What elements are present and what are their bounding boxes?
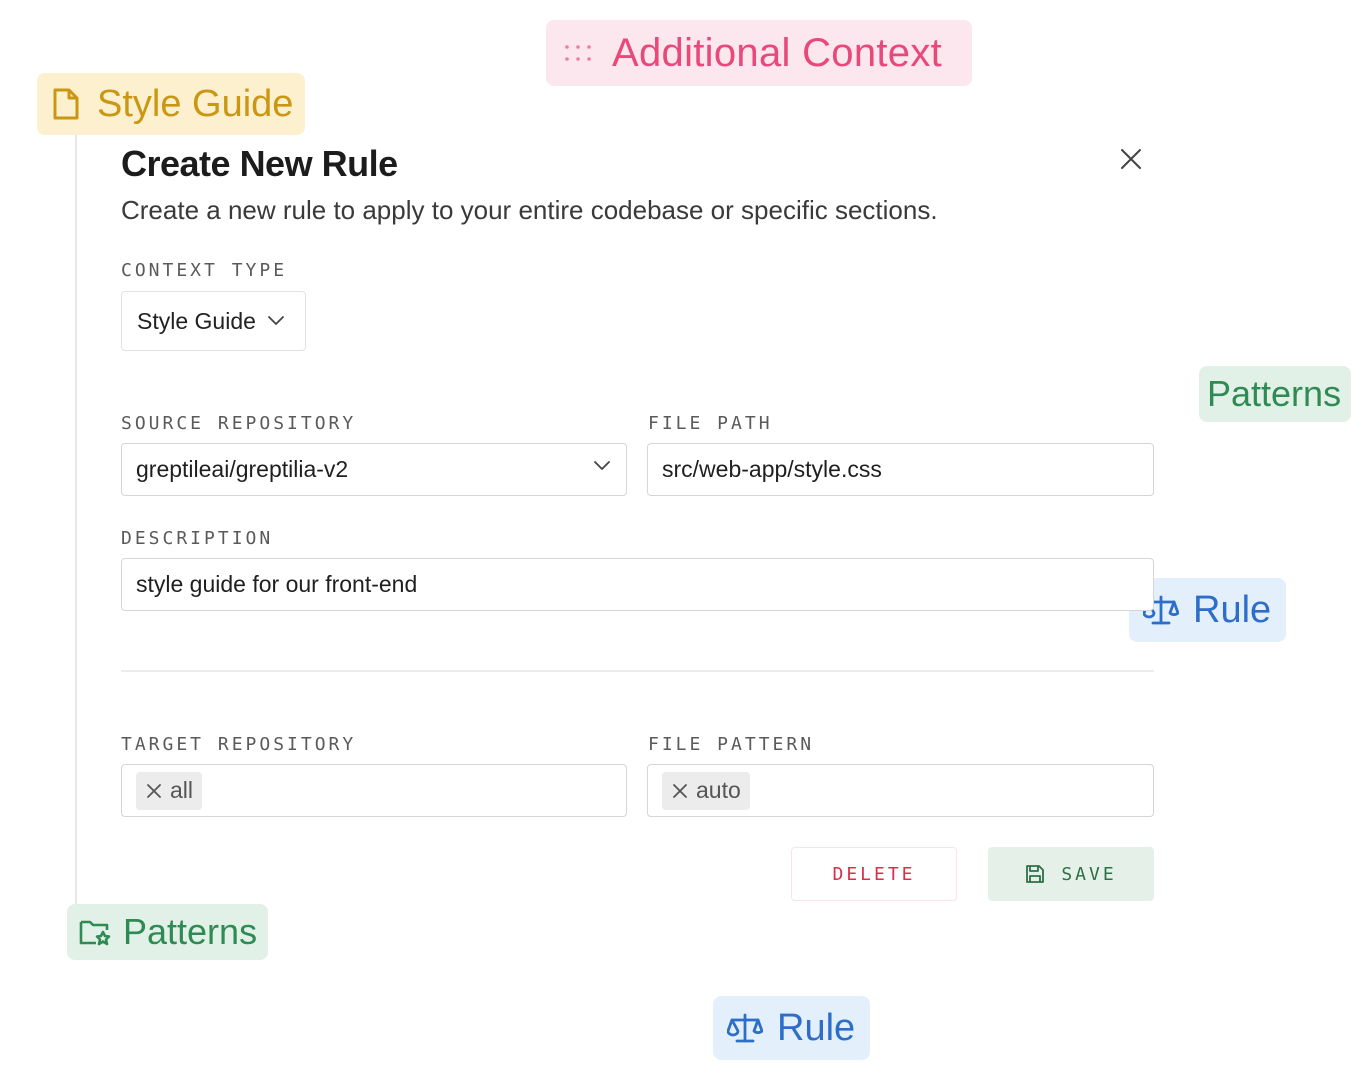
chip-label: Rule: [1193, 589, 1272, 631]
floppy-disk-icon: [1025, 864, 1045, 884]
scale-icon: [727, 1012, 763, 1044]
tag-label: auto: [696, 777, 741, 803]
save-button[interactable]: SAVE: [988, 847, 1154, 901]
target-repository-label: TARGET REPOSITORY: [121, 734, 357, 755]
context-type-select[interactable]: Style Guide: [121, 291, 306, 351]
connector-line: [75, 135, 77, 905]
save-button-label: SAVE: [1061, 863, 1117, 885]
source-repository-value: greptileai/greptilia-v2: [136, 456, 349, 482]
file-pattern-label: FILE PATTERN: [648, 734, 815, 755]
style-guide-chip[interactable]: Style Guide: [37, 73, 305, 135]
description-input[interactable]: style guide for our front-end: [121, 558, 1154, 611]
chip-label: Style Guide: [97, 83, 294, 125]
remove-tag-icon[interactable]: [146, 783, 162, 799]
file-path-input[interactable]: src/web-app/style.css: [647, 443, 1154, 496]
chevron-down-icon: [594, 461, 610, 471]
chip-label: Patterns: [1207, 373, 1342, 414]
tag-chip[interactable]: all: [136, 771, 203, 810]
patterns-chip-left[interactable]: Patterns: [67, 904, 268, 960]
context-type-label: CONTEXT TYPE: [121, 260, 288, 281]
drag-dots-icon: [564, 43, 592, 63]
dialog-title: Create New Rule: [121, 143, 398, 184]
context-type-value: Style Guide: [137, 307, 256, 334]
close-icon: [1120, 148, 1142, 170]
delete-button[interactable]: DELETE: [791, 847, 957, 901]
file-path-value: src/web-app/style.css: [662, 456, 882, 482]
source-repository-select[interactable]: greptileai/greptilia-v2: [121, 443, 627, 496]
source-repository-label: SOURCE REPOSITORY: [121, 413, 357, 434]
file-pattern-input[interactable]: auto: [647, 764, 1154, 817]
tag-label: all: [170, 777, 194, 803]
chip-label: Additional Context: [612, 31, 943, 75]
chevron-down-icon: [268, 316, 284, 326]
remove-tag-icon[interactable]: [672, 783, 688, 799]
target-repository-input[interactable]: all: [121, 764, 627, 817]
document-icon: [51, 87, 81, 121]
folder-star-icon: [79, 918, 111, 946]
chip-label: Patterns: [123, 911, 258, 952]
file-path-label: FILE PATH: [648, 413, 773, 434]
section-divider: [121, 670, 1154, 672]
additional-context-chip[interactable]: Additional Context: [546, 20, 972, 86]
dialog-subtitle: Create a new rule to apply to your entir…: [121, 195, 938, 225]
chip-label: Rule: [777, 1007, 856, 1049]
delete-button-label: DELETE: [832, 863, 916, 885]
rule-chip-bottom[interactable]: Rule: [713, 996, 870, 1060]
description-label: DESCRIPTION: [121, 528, 274, 549]
patterns-chip-right[interactable]: Patterns: [1199, 366, 1351, 422]
close-button[interactable]: [1114, 142, 1148, 176]
description-value: style guide for our front-end: [136, 571, 418, 597]
tag-chip[interactable]: auto: [662, 771, 750, 810]
